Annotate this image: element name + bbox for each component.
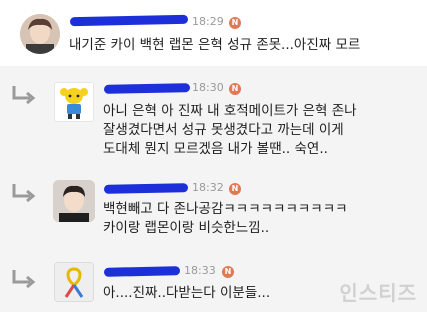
author-name-redacted xyxy=(103,266,181,277)
comment-3: 18:32 N 백현빼고 다 존나공감ㅋㅋㅋㅋㅋㅋㅋㅋㅋㅋ 카이랑 랩몬이랑 비… xyxy=(0,166,427,253)
comment-time: 18:33 xyxy=(184,264,216,277)
author-name-redacted xyxy=(103,83,191,94)
reply-arrow-icon xyxy=(12,184,36,203)
comment-text-line: 아....진짜..다받는다 이분들... xyxy=(103,285,271,301)
comment-1: 18:29 N 내기준 카이 백현 랩몬 은혁 성규 존못...아진짜 모르 xyxy=(0,0,427,67)
author-name-redacted xyxy=(103,183,189,194)
new-badge: N xyxy=(222,266,234,278)
comment-text-line: 백현빼고 다 존나공감ㅋㅋㅋㅋㅋㅋㅋㅋㅋㅋ xyxy=(103,201,348,217)
comment-text-line: 잘생겼다면서 성규 못생겼다고 까는데 이게 xyxy=(103,122,344,138)
person-photo-avatar[interactable] xyxy=(53,180,95,222)
comment-text-line: 내기준 카이 백현 랩몬 은혁 성규 존못...아진짜 모르 xyxy=(69,37,361,53)
author-name-redacted xyxy=(69,14,189,27)
site-watermark: 인스티즈 xyxy=(339,281,417,305)
new-badge: N xyxy=(229,17,241,29)
comment-2: 18:30 N 아니 은혁 아 진짜 내 호적메이트가 은혁 존나 잘생겼다면서… xyxy=(0,66,427,167)
comment-time: 18:30 xyxy=(192,81,224,94)
comment-text-line: 카이랑 랩몬이랑 비슷한느낌.. xyxy=(103,220,270,236)
comment-text-line: 도대체 뭔지 모르겠음 내가 볼땐.. 숙연.. xyxy=(103,141,328,157)
reply-arrow-icon xyxy=(12,270,36,289)
comment-text-line: 아니 은혁 아 진짜 내 호적메이트가 은혁 존나 xyxy=(103,103,357,119)
cartoon-character-avatar[interactable] xyxy=(54,82,94,122)
new-badge: N xyxy=(229,83,241,95)
person-photo-avatar[interactable] xyxy=(20,14,60,54)
comment-time: 18:29 xyxy=(192,15,224,28)
comment-time: 18:32 xyxy=(192,181,224,194)
new-badge: N xyxy=(229,183,241,195)
reply-arrow-icon xyxy=(12,86,36,105)
ribbon-avatar[interactable] xyxy=(54,262,94,302)
